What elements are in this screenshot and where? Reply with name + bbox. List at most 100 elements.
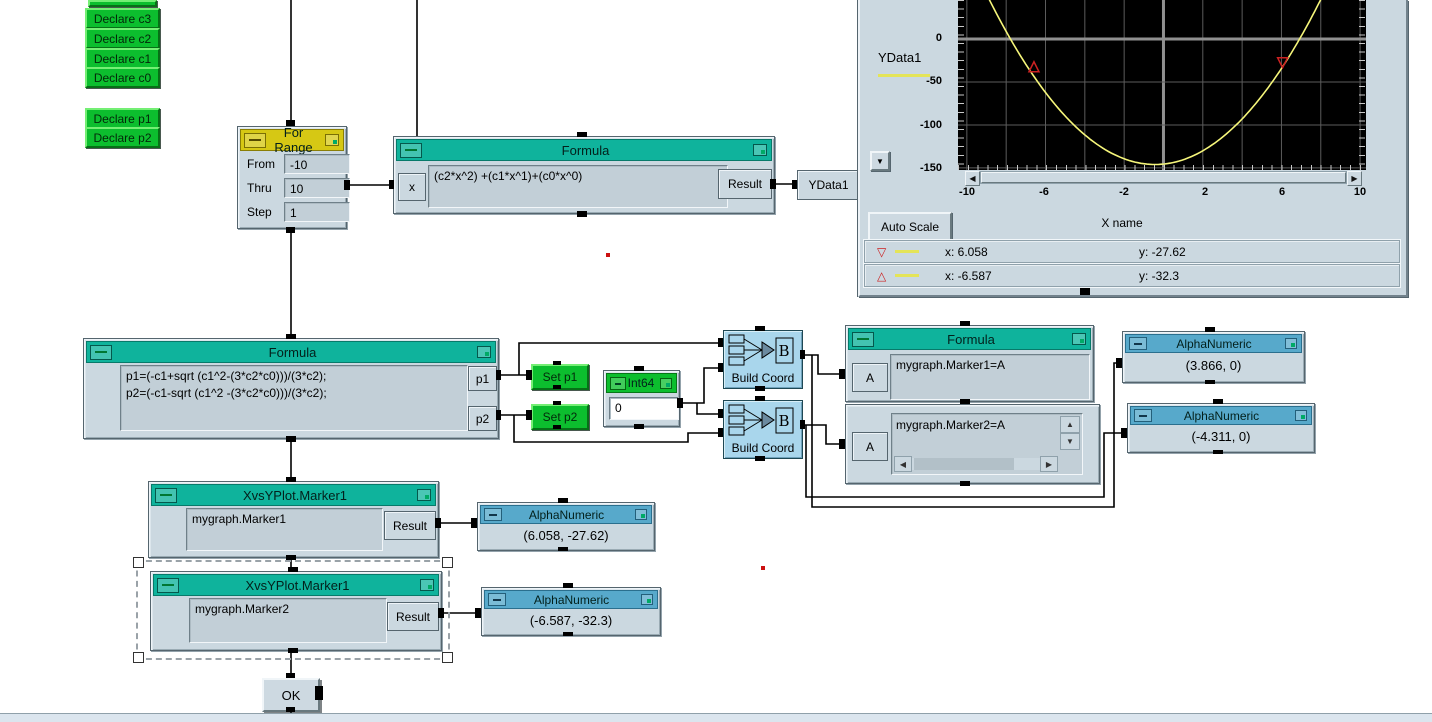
maximize-icon[interactable] (1072, 333, 1086, 345)
output-terminal-result[interactable]: Result (387, 602, 439, 631)
wire-pin (718, 428, 723, 437)
wire-pin (553, 385, 561, 389)
minimize-icon[interactable] (852, 332, 874, 347)
maximize-icon[interactable] (1295, 410, 1307, 421)
wire-pin (438, 608, 444, 618)
wire-pin (755, 386, 765, 391)
step-field[interactable]: 1 (284, 202, 350, 222)
int64-titlebar[interactable]: Int64 (606, 373, 677, 393)
thru-field[interactable]: 10 (284, 178, 350, 198)
minimize-icon[interactable] (488, 593, 506, 606)
maximize-icon[interactable] (753, 144, 767, 156)
wire-pin (577, 211, 587, 217)
declare-button-partial[interactable] (88, 0, 157, 7)
formula-poly-expression[interactable]: (c2*x^2) +(c1*x^1)+(c0*x^0) (428, 165, 728, 208)
xvsy-marker2-titlebar[interactable]: XvsYPlot.Marker1 (153, 574, 439, 596)
y-tick-150: -150 (900, 162, 942, 174)
minimize-icon[interactable] (244, 133, 266, 148)
plot-marker-triangle-up[interactable] (1029, 62, 1039, 72)
build-coord-1-box[interactable]: B Build Coord (723, 330, 803, 389)
minimize-icon[interactable] (1129, 337, 1147, 350)
input-terminal-a[interactable]: A (852, 432, 888, 461)
formula-poly-titlebar[interactable]: Formula (396, 139, 772, 161)
alphanumeric-titlebar[interactable]: AlphaNumeric (1130, 406, 1312, 425)
selection-handle[interactable] (133, 652, 144, 663)
wire-pin (577, 132, 587, 137)
output-terminal-p2[interactable]: p2 (468, 406, 497, 431)
scroll-thumb[interactable] (981, 172, 1346, 183)
minimize-icon[interactable] (484, 508, 502, 521)
declare-c0-button[interactable]: Declare c0 (85, 67, 160, 88)
maximize-icon[interactable] (477, 346, 491, 358)
scroll-left-icon[interactable]: ◀ (894, 456, 912, 472)
declare-c1-button[interactable]: Declare c1 (85, 48, 160, 69)
formula-marker1-box: Formula A mygraph.Marker1=A (845, 325, 1094, 402)
output-terminal-p1[interactable]: p1 (468, 366, 497, 391)
maximize-icon[interactable] (641, 594, 653, 605)
alphanumeric-2-box: AlphaNumeric (-4.311, 0) (1127, 403, 1315, 453)
wire-pin (286, 334, 296, 339)
wire-pin (960, 481, 970, 486)
build-coord-2-box[interactable]: B Build Coord (723, 400, 803, 459)
alphanumeric-titlebar[interactable]: AlphaNumeric (484, 590, 658, 609)
plot-h-scrollbar[interactable]: ◀ ▶ (965, 171, 1362, 184)
formula-marker2-expression[interactable]: mygraph.Marker2=A ▲ ▼ ◀ ▶ (891, 413, 1083, 475)
minimize-icon[interactable] (400, 143, 422, 158)
scroll-up-icon[interactable]: ▲ (1060, 416, 1080, 433)
formula-roots-titlebar[interactable]: Formula (86, 341, 496, 363)
minimize-icon[interactable] (155, 488, 177, 503)
declare-p1-button[interactable]: Declare p1 (85, 108, 160, 129)
scroll-right-icon[interactable]: ▶ (1347, 171, 1362, 186)
scroll-track[interactable] (980, 171, 1347, 184)
scroll-right-icon[interactable]: ▶ (1040, 456, 1058, 472)
axis-dropdown-button[interactable]: ▼ (870, 151, 890, 171)
expression-h-scrollbar[interactable]: ◀ ▶ (894, 456, 1058, 472)
declare-c3-button[interactable]: Declare c3 (85, 8, 160, 29)
scroll-down-icon[interactable]: ▼ (1060, 433, 1080, 450)
alphanumeric-value: (-4.311, 0) (1128, 429, 1314, 444)
formula-marker1-expression[interactable]: mygraph.Marker1=A (890, 354, 1090, 400)
formula-roots-expression[interactable]: p1=(-c1+sqrt (c1^2-(3*c2*c0)))/(3*c2); p… (120, 365, 468, 431)
wire-pin (563, 632, 573, 636)
declare-c2-button[interactable]: Declare c2 (85, 28, 160, 49)
maximize-icon[interactable] (420, 579, 434, 591)
minimize-icon[interactable] (90, 345, 112, 360)
wire-pin (286, 477, 296, 482)
wire-pin (755, 396, 765, 401)
wire-pin (435, 518, 441, 528)
formula-poly-title: Formula (422, 143, 749, 158)
minimize-icon[interactable] (1134, 409, 1152, 422)
output-terminal-result[interactable]: Result (384, 511, 436, 540)
x-tick-6: 6 (1262, 186, 1302, 198)
output-terminal-result[interactable]: Result (718, 169, 772, 199)
maximize-icon[interactable] (660, 378, 672, 389)
from-field[interactable]: -10 (284, 154, 350, 174)
xvsy-marker2-expression[interactable]: mygraph.Marker2 (189, 598, 387, 643)
for-range-titlebar[interactable]: For Range (240, 129, 344, 151)
input-terminal-x[interactable]: x (398, 173, 426, 201)
xy-plot-canvas[interactable] (958, 0, 1366, 170)
ydata1-input-terminal[interactable]: YData1 (797, 170, 860, 200)
xvsy-marker1-titlebar[interactable]: XvsYPlot.Marker1 (151, 484, 436, 506)
int64-value-field[interactable]: 0 (609, 397, 679, 420)
selection-handle[interactable] (442, 652, 453, 663)
alphanumeric-titlebar[interactable]: AlphaNumeric (480, 505, 652, 524)
maximize-icon[interactable] (417, 489, 431, 501)
wire-pin (553, 361, 561, 365)
alphanumeric-titlebar[interactable]: AlphaNumeric (1125, 334, 1302, 353)
minimize-icon[interactable] (157, 578, 179, 593)
selection-handle[interactable] (133, 557, 144, 568)
scroll-left-icon[interactable]: ◀ (965, 171, 980, 186)
selection-handle[interactable] (442, 557, 453, 568)
minimize-icon[interactable] (610, 377, 626, 390)
xvsy-marker1-expression[interactable]: mygraph.Marker1 (186, 508, 383, 551)
scroll-thumb[interactable] (914, 458, 1014, 470)
input-terminal-a[interactable]: A (852, 363, 888, 392)
auto-scale-button[interactable]: Auto Scale (868, 212, 952, 241)
maximize-icon[interactable] (635, 509, 647, 520)
stray-dot (606, 253, 610, 257)
maximize-icon[interactable] (1285, 338, 1297, 349)
formula-marker1-titlebar[interactable]: Formula (848, 328, 1091, 350)
declare-p2-button[interactable]: Declare p2 (85, 127, 160, 148)
maximize-icon[interactable] (325, 134, 339, 146)
